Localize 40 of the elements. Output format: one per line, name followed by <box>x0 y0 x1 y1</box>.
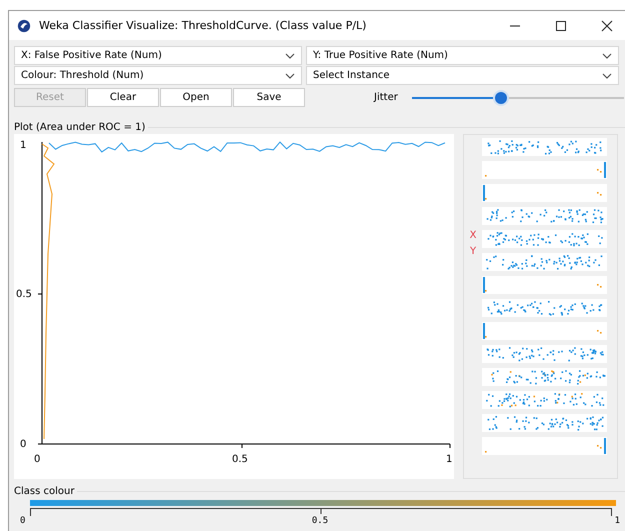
attribute-strip-drawing[interactable] <box>482 391 607 409</box>
legend-tick-label: 1 <box>614 516 620 526</box>
action-button[interactable]: Clear <box>87 88 159 107</box>
maximize-icon[interactable] <box>555 20 567 32</box>
dropdown[interactable]: Colour: Threshold (Num) <box>14 66 302 85</box>
attribute-strip-drawing[interactable] <box>482 299 607 317</box>
legend-title: Class colour <box>14 486 74 496</box>
chevron-icon <box>285 72 295 78</box>
axis-tick-label: 1 <box>20 140 26 151</box>
y-marker: Y <box>470 245 476 259</box>
app-logo-icon <box>17 18 31 32</box>
x-marker: X <box>470 229 476 243</box>
chevron-icon <box>602 72 612 78</box>
jitter-label: Jitter <box>374 92 398 103</box>
attribute-strip-drawing[interactable] <box>482 345 607 363</box>
dropdown[interactable]: X: False Positive Rate (Num) <box>14 46 302 65</box>
axis-tick-label: 1 <box>446 454 452 465</box>
dropdown[interactable]: Select Instance <box>306 66 619 85</box>
slider-thumb[interactable] <box>494 92 507 104</box>
axis-tick-label: 0 <box>20 439 26 450</box>
jitter-slider[interactable] <box>412 90 624 106</box>
axis-tick-label: 0.5 <box>232 454 248 465</box>
axis-tick-label: 0.5 <box>16 289 32 300</box>
attribute-strip-drawing[interactable] <box>482 368 607 386</box>
attribute-strip-drawing[interactable] <box>482 230 607 248</box>
dropdown[interactable]: Y: True Positive Rate (Num) <box>306 46 619 65</box>
attribute-strip-drawing[interactable] <box>482 138 607 156</box>
legend-tick-label: 0.5 <box>312 516 328 526</box>
action-button[interactable]: Save <box>233 88 305 107</box>
window-title: Weka Classifier Visualize: ThresholdCurve. (Class value P/L) <box>39 19 366 32</box>
attribute-strip-drawing[interactable] <box>482 414 607 432</box>
action-button[interactable]: Open <box>160 88 232 107</box>
plot-title: Plot (Area under ROC = 1) <box>14 122 146 132</box>
legend-tick-label: 0 <box>20 516 26 526</box>
chevron-icon <box>602 52 612 58</box>
close-icon[interactable] <box>601 20 613 32</box>
chevron-icon <box>285 52 295 58</box>
attribute-strip-drawing[interactable] <box>482 207 607 225</box>
attribute-strip-drawing[interactable] <box>482 253 607 271</box>
axis-tick-label: 0 <box>34 454 40 465</box>
